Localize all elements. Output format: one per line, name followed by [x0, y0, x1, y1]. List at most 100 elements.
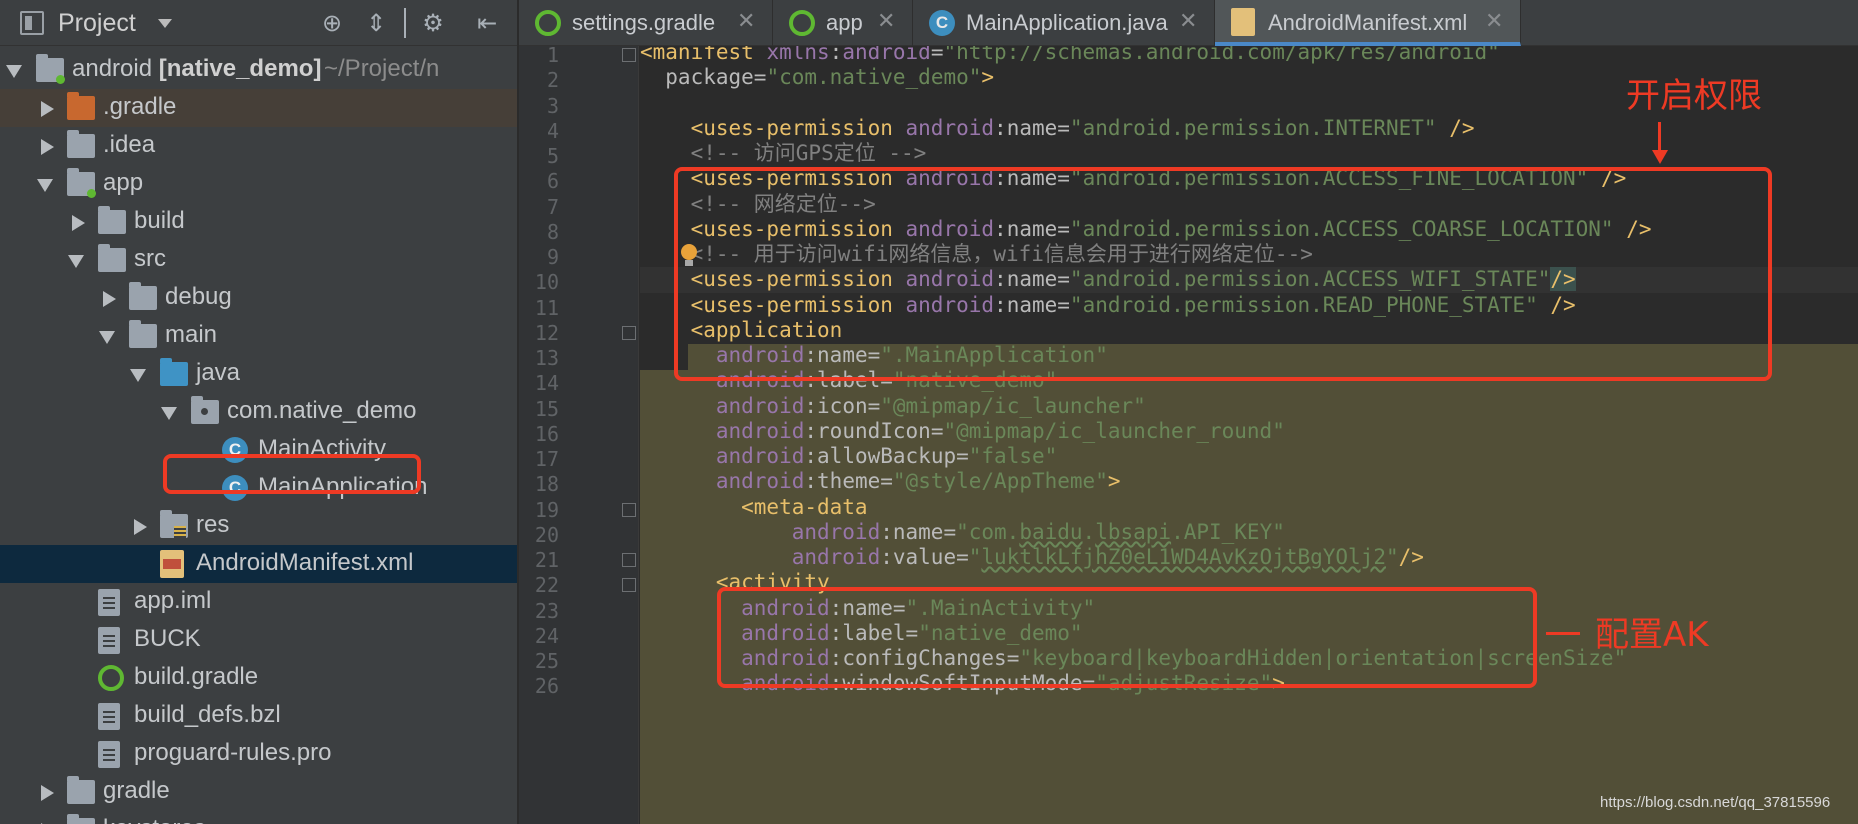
text-file-icon: [98, 627, 120, 654]
chevron-right-icon[interactable]: [41, 101, 54, 117]
chevron-down-icon[interactable]: [99, 331, 115, 344]
tab-app[interactable]: app ✕: [773, 0, 913, 46]
chevron-down-icon[interactable]: [68, 255, 84, 268]
tree-item-label: src: [134, 245, 166, 272]
code-line: package="com.native_demo">: [640, 65, 994, 90]
tree-item-src[interactable]: src: [0, 241, 517, 279]
annotation-arrow: [1658, 122, 1661, 150]
folder-icon: [129, 282, 157, 310]
hide-panel-icon[interactable]: ⇤: [472, 8, 502, 38]
watermark: https://blog.csdn.net/qq_37815596: [1600, 794, 1831, 811]
project-view-title[interactable]: Project: [58, 9, 136, 38]
tree-item-build-gradle[interactable]: build.gradle: [0, 659, 517, 697]
line-number: 6: [546, 169, 559, 194]
code-token: xmlns: [766, 46, 830, 64]
tree-item-app[interactable]: app: [0, 165, 517, 203]
chevron-down-icon[interactable]: [161, 407, 177, 420]
tree-item-build[interactable]: build: [0, 203, 517, 241]
tree-item-label: res: [196, 511, 230, 538]
chevron-right-icon[interactable]: [134, 519, 147, 535]
code-token: =: [956, 444, 969, 468]
tree-item-gradle[interactable]: .gradle: [0, 89, 517, 127]
code-token: android: [640, 393, 805, 418]
line-number: 3: [546, 93, 559, 118]
tree-item-com-native-demo[interactable]: com.native_demo: [0, 393, 517, 431]
code-token: "com.: [956, 519, 1020, 544]
close-icon[interactable]: ✕: [737, 9, 755, 34]
chevron-right-icon[interactable]: [41, 785, 54, 801]
tree-item-label: proguard-rules.pro: [134, 739, 332, 766]
tree-item-gradle[interactable]: gradle: [0, 773, 517, 811]
line-number: 7: [546, 194, 559, 219]
line-number-gutter: 1 2 3 4 5 6 7 8 9 10 11 12 13 14 15 16 17 18 19 20 21 22 23 24 2…: [519, 46, 639, 824]
fold-marker-icon[interactable]: [622, 48, 636, 62]
line-number: 4: [546, 118, 559, 143]
code-line: android:allowBackup="false": [640, 444, 1057, 469]
tab-androidmanifest-xml[interactable]: AndroidManifest.xml ✕: [1215, 0, 1521, 46]
chevron-down-icon[interactable]: [6, 65, 22, 78]
code-line: android:name="com.baidu.lbsapi.API_KEY": [640, 520, 1285, 545]
collapse-all-icon[interactable]: ⇕: [361, 8, 391, 38]
code-token: :: [804, 418, 818, 443]
tree-item-idea[interactable]: .idea: [0, 127, 517, 165]
tree-item-androidmanifest-xml[interactable]: AndroidManifest.xml: [0, 545, 517, 583]
code-token: "false": [968, 444, 1058, 468]
tree-item-buck[interactable]: BUCK: [0, 621, 517, 659]
code-token: "com.native_demo": [766, 65, 982, 90]
chevron-down-icon[interactable]: [130, 369, 146, 382]
tree-item-java[interactable]: java: [0, 355, 517, 393]
project-view-icon[interactable]: [20, 11, 44, 35]
line-number: 11: [534, 295, 559, 320]
code-area[interactable]: <manifest xmlns:android="http://schemas.…: [640, 46, 1858, 824]
fold-marker-icon[interactable]: [622, 502, 636, 517]
toolbar-divider: [404, 8, 406, 38]
tree-item-android[interactable]: android [native_demo] ~/Project/n: [0, 51, 517, 89]
tree-item-label: java: [196, 359, 241, 386]
code-token: android: [640, 545, 881, 569]
tree-item-proguard-rules-pro[interactable]: proguard-rules.pro: [0, 735, 517, 773]
tree-item-main[interactable]: main: [0, 317, 517, 355]
code-token: name: [1006, 115, 1058, 140]
highlight-box-manifest-file: [163, 454, 421, 494]
text-file-icon: [98, 741, 120, 768]
code-token: android: [842, 46, 931, 64]
code-token: .: [1082, 519, 1096, 544]
text-file-icon: [98, 703, 120, 730]
code-token: :: [880, 519, 893, 544]
close-icon[interactable]: ✕: [1179, 9, 1197, 34]
close-icon[interactable]: ✕: [877, 9, 895, 34]
fold-marker-icon[interactable]: [622, 325, 636, 340]
code-token: />: [1398, 545, 1424, 569]
code-token: "@mipmap/ic_launcher": [880, 393, 1146, 418]
chevron-down-icon[interactable]: [37, 179, 53, 192]
chevron-right-icon[interactable]: [72, 215, 85, 231]
tab-settings-gradle[interactable]: settings.gradle ✕: [519, 0, 773, 46]
tree-item-res[interactable]: res: [0, 507, 517, 545]
code-token: ": [968, 545, 982, 569]
code-token: value: [892, 545, 957, 569]
code-token: =: [880, 469, 893, 494]
tab-mainapplication-java[interactable]: C MainApplication.java ✕: [913, 0, 1215, 46]
tree-item-label: com.native_demo: [227, 397, 417, 424]
code-token: lbsapi: [1095, 519, 1172, 544]
tree-item-debug[interactable]: debug: [0, 279, 517, 317]
tree-item-app-iml[interactable]: app.iml: [0, 583, 517, 621]
crosshair-icon[interactable]: ⊕: [317, 8, 347, 38]
chevron-down-icon[interactable]: [158, 19, 172, 28]
tree-item-label: BUCK: [134, 625, 201, 652]
code-token: =: [753, 65, 767, 90]
tree-item-keystores[interactable]: keystores: [0, 811, 517, 824]
fold-marker-icon[interactable]: [622, 578, 636, 593]
line-number: 20: [534, 522, 559, 547]
tab-label: app: [826, 10, 863, 35]
annotation-dash: [1546, 632, 1580, 635]
gear-icon[interactable]: ⚙: [418, 8, 448, 38]
chevron-right-icon[interactable]: [103, 291, 116, 307]
close-icon[interactable]: ✕: [1485, 9, 1503, 34]
fold-marker-icon[interactable]: [622, 553, 636, 567]
package-dot-icon: [201, 408, 208, 415]
chevron-right-icon[interactable]: [41, 139, 54, 155]
tree-item-build-defs-bzl[interactable]: build_defs.bzl: [0, 697, 517, 735]
code-token: =: [867, 393, 881, 418]
tree-item-label: debug: [165, 283, 232, 310]
